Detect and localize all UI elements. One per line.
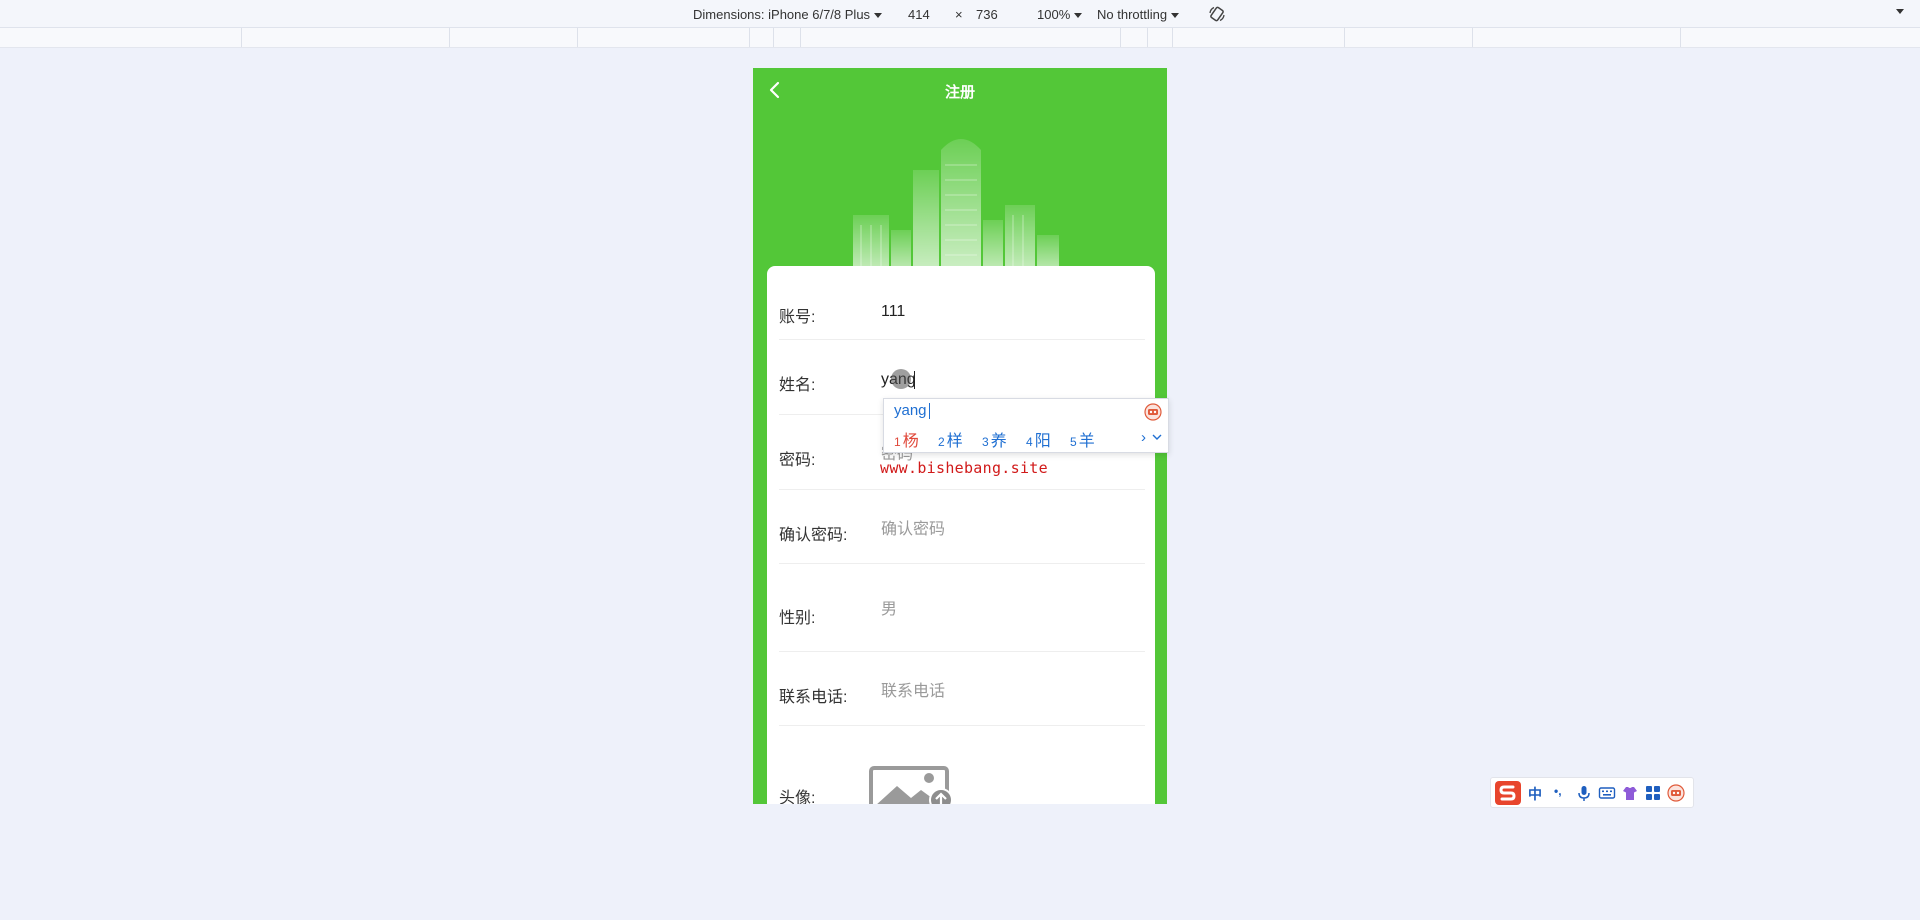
gender-select[interactable]: 男 <box>881 595 897 619</box>
candidate-number: 2 <box>938 435 945 449</box>
ruler-segment[interactable] <box>577 28 749 47</box>
image-upload-icon[interactable] <box>869 766 959 804</box>
ime-candidate-4[interactable]: 4阳 <box>1026 427 1051 451</box>
sogou-logo-icon[interactable] <box>1494 780 1522 806</box>
throttling-label: No throttling <box>1097 7 1168 22</box>
candidate-number: 4 <box>1026 435 1033 449</box>
ruler-segment[interactable] <box>749 28 773 47</box>
candidate-char: 样 <box>946 433 963 450</box>
ime-mascot-icon[interactable] <box>1144 403 1162 421</box>
form-row-account: 账号: 111 <box>779 284 1145 340</box>
candidate-char: 养 <box>990 433 1007 450</box>
chevron-down-icon <box>874 13 883 19</box>
chevron-down-icon <box>1171 13 1180 19</box>
zoom-label: 100% <box>1037 7 1071 22</box>
chevron-down-icon <box>1074 13 1083 19</box>
ruler-segment[interactable] <box>1172 28 1344 47</box>
form-row-confirm-password: 确认密码: <box>779 490 1145 564</box>
ime-status-bar: 中 •, <box>1490 777 1694 808</box>
page-title: 注册 <box>944 84 975 101</box>
candidate-number: 1 <box>894 435 901 449</box>
device-width-input[interactable]: 414 <box>908 7 930 22</box>
ruler-segment[interactable] <box>449 28 577 47</box>
zoom-dropdown[interactable]: 100% <box>1037 7 1083 22</box>
ruler-segment[interactable] <box>800 28 1120 47</box>
ime-candidate-3[interactable]: 3养 <box>982 427 1007 451</box>
media-query-ruler <box>0 28 1920 48</box>
register-form: 账号: 111 姓名: yang 密码: 确认密码: 性别: 男 联系电话: 头… <box>767 266 1155 804</box>
gender-label: 性别: <box>779 610 816 627</box>
toolbox-icon[interactable] <box>1644 784 1662 802</box>
candidate-number: 3 <box>982 435 989 449</box>
text-caret <box>914 371 915 389</box>
ime-candidate-1[interactable]: 1杨 <box>894 427 919 451</box>
app-header: 注册 <box>753 68 1167 112</box>
candidate-char: 阳 <box>1034 433 1051 450</box>
confirm-password-label: 确认密码: <box>779 527 848 544</box>
avatar-label: 头像: <box>779 790 816 804</box>
ime-candidate-2[interactable]: 2样 <box>938 427 963 451</box>
ime-candidate-window: yang 1杨 2样 3养 4阳 5羊 › <box>883 398 1169 453</box>
city-skyline-illustration <box>853 139 1059 280</box>
name-label: 姓名: <box>779 377 816 394</box>
avatar-icon[interactable] <box>1667 784 1685 802</box>
candidate-number: 5 <box>1070 435 1077 449</box>
ruler-segment[interactable] <box>1472 28 1680 47</box>
phone-input[interactable] <box>881 681 1131 703</box>
more-options-icon[interactable] <box>1896 9 1904 14</box>
ime-composition-caret <box>929 403 930 419</box>
throttling-dropdown[interactable]: No throttling <box>1097 7 1180 22</box>
ime-mode-toggle[interactable]: 中 <box>1528 784 1542 804</box>
device-dimensions-label: Dimensions: iPhone 6/7/8 Plus <box>693 7 871 22</box>
ruler-segment[interactable] <box>1147 28 1172 47</box>
confirm-password-input[interactable] <box>881 519 1131 541</box>
dimension-times-sign: × <box>955 7 963 22</box>
account-input[interactable]: 111 <box>881 303 905 321</box>
ime-next-page-button[interactable]: › <box>1141 429 1146 446</box>
candidate-char: 羊 <box>1078 433 1095 450</box>
microphone-icon[interactable] <box>1575 784 1593 802</box>
skin-icon[interactable] <box>1621 784 1639 802</box>
ime-candidate-5[interactable]: 5羊 <box>1070 427 1095 451</box>
device-dimensions-dropdown[interactable]: Dimensions: iPhone 6/7/8 Plus <box>693 7 883 22</box>
ruler-segment[interactable] <box>773 28 800 47</box>
password-label: 密码: <box>779 452 816 469</box>
candidate-char: 杨 <box>902 433 919 450</box>
form-row-phone: 联系电话: <box>779 652 1145 726</box>
punctuation-icon[interactable]: •, <box>1554 784 1562 798</box>
watermark-text: www.bishebang.site <box>880 459 1048 477</box>
phone-label: 联系电话: <box>779 689 848 706</box>
chevron-down-icon[interactable] <box>1152 433 1162 441</box>
ruler-segment[interactable] <box>1120 28 1147 47</box>
devtools-device-toolbar: Dimensions: iPhone 6/7/8 Plus 414 × 736 … <box>0 0 1920 28</box>
device-height-input[interactable]: 736 <box>976 7 998 22</box>
ruler-segment[interactable] <box>241 28 449 47</box>
ime-composition-text: yang <box>894 402 927 419</box>
ruler-segment[interactable] <box>1344 28 1472 47</box>
mouse-cursor-indicator <box>891 369 911 389</box>
rotate-icon[interactable] <box>1208 5 1226 23</box>
account-label: 账号: <box>779 309 816 326</box>
ruler-segment[interactable] <box>1680 28 1681 47</box>
form-row-avatar: 头像: <box>779 726 1145 804</box>
keyboard-icon[interactable] <box>1598 784 1616 802</box>
form-row-gender: 性别: 男 <box>779 564 1145 652</box>
